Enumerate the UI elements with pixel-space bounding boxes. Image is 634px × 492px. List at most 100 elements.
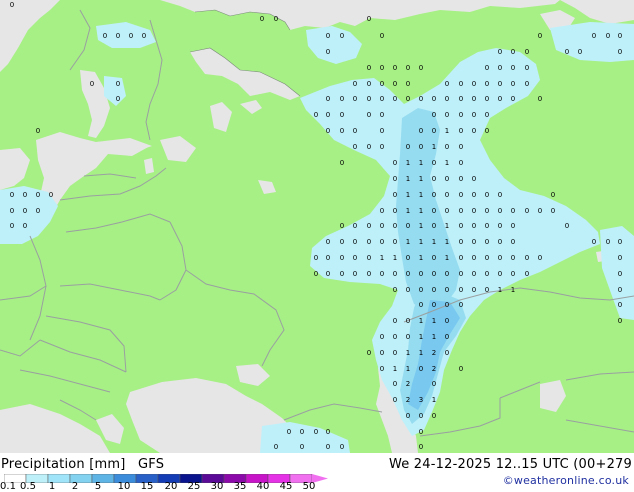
precip-value-153: 0	[326, 238, 330, 246]
precip-value-104: 0	[472, 175, 476, 183]
precip-value-180: 0	[432, 254, 436, 262]
precip-value-142: 0	[393, 222, 397, 230]
precip-value-144: 1	[419, 222, 423, 230]
precip-value-212: 0	[445, 286, 449, 294]
precip-value-78: 0	[432, 127, 436, 135]
precip-value-154: 0	[340, 238, 344, 246]
precip-value-92: 0	[393, 159, 397, 167]
precip-value-42: 0	[498, 80, 502, 88]
precip-value-87: 0	[419, 143, 423, 151]
precip-value-137: 0	[23, 222, 27, 230]
precip-value-193: 0	[353, 270, 357, 278]
precip-value-50: 0	[380, 95, 384, 103]
precip-value-226: 1	[419, 317, 423, 325]
precip-value-222: 0	[459, 301, 463, 309]
precip-value-261: 0	[314, 428, 318, 436]
precip-value-163: 0	[459, 238, 463, 246]
precip-value-254: 3	[419, 396, 423, 404]
precip-value-162: 1	[445, 238, 449, 246]
precip-value-205: 0	[511, 270, 515, 278]
precip-value-126: 0	[432, 207, 436, 215]
precip-value-175: 0	[367, 254, 371, 262]
precip-value-28: 0	[498, 64, 502, 72]
precip-value-176: 1	[380, 254, 384, 262]
precip-value-237: 0	[380, 349, 384, 357]
precip-value-133: 0	[525, 207, 529, 215]
precip-value-10: 0	[380, 32, 384, 40]
precip-value-194: 0	[367, 270, 371, 278]
precip-value-141: 0	[380, 222, 384, 230]
precip-value-260: 0	[300, 428, 304, 436]
precip-value-236: 0	[367, 349, 371, 357]
precip-value-72: 0	[36, 127, 40, 135]
precip-value-23: 0	[380, 64, 384, 72]
precip-value-263: 0	[419, 428, 423, 436]
precip-value-168: 0	[592, 238, 596, 246]
precip-value-173: 0	[340, 254, 344, 262]
precip-value-69: 0	[459, 111, 463, 119]
precip-value-159: 1	[406, 238, 410, 246]
legend-tick-8: 25	[187, 481, 201, 492]
precip-value-25: 0	[406, 64, 410, 72]
credit-link[interactable]: ©weatheronline.co.uk	[503, 474, 629, 487]
precip-value-155: 0	[353, 238, 357, 246]
precip-value-64: 0	[340, 111, 344, 119]
legend-tick-1: 0.5	[20, 481, 36, 492]
precip-value-169: 0	[606, 238, 610, 246]
precip-value-171: 0	[314, 254, 318, 262]
legend-tick-2: 1	[48, 481, 56, 492]
precip-value-2: 0	[274, 15, 278, 23]
precip-value-267: 0	[340, 443, 344, 451]
precip-value-199: 0	[432, 270, 436, 278]
precip-value-189: 0	[618, 254, 622, 262]
precip-value-36: 0	[393, 80, 397, 88]
precip-value-58: 0	[485, 95, 489, 103]
precip-value-244: 1	[393, 365, 397, 373]
precip-value-130: 0	[485, 207, 489, 215]
precip-value-0: 0	[10, 1, 14, 9]
precip-value-17: 0	[511, 48, 515, 56]
precip-value-16: 0	[498, 48, 502, 56]
precip-value-98: 0	[393, 175, 397, 183]
precip-value-111: 1	[419, 191, 423, 199]
precip-value-182: 0	[459, 254, 463, 262]
legend-tick-5: 10	[117, 481, 131, 492]
precip-value-38: 0	[445, 80, 449, 88]
precip-value-43: 0	[511, 80, 515, 88]
precip-value-26: 0	[419, 64, 423, 72]
precip-value-165: 0	[485, 238, 489, 246]
precip-value-102: 0	[445, 175, 449, 183]
precip-value-7: 0	[142, 32, 146, 40]
precip-value-219: 0	[419, 301, 423, 309]
precip-value-56: 0	[459, 95, 463, 103]
precip-value-118: 0	[551, 191, 555, 199]
precip-value-52: 0	[406, 95, 410, 103]
precip-value-88: 1	[432, 143, 436, 151]
precip-value-105: 0	[10, 191, 14, 199]
precip-value-117: 0	[498, 191, 502, 199]
precip-value-156: 0	[367, 238, 371, 246]
precip-value-37: 0	[406, 80, 410, 88]
precip-value-220: 0	[432, 301, 436, 309]
precip-value-143: 0	[406, 222, 410, 230]
precip-value-84: 0	[367, 143, 371, 151]
precip-value-127: 0	[445, 207, 449, 215]
precip-value-147: 0	[459, 222, 463, 230]
precip-value-256: 0	[406, 412, 410, 420]
precip-value-188: 0	[538, 254, 542, 262]
precip-value-91: 0	[340, 159, 344, 167]
precip-value-221: 0	[445, 301, 449, 309]
precip-value-20: 0	[578, 48, 582, 56]
precip-value-203: 0	[485, 270, 489, 278]
precip-value-120: 0	[23, 207, 27, 215]
precip-value-207: 0	[618, 270, 622, 278]
precip-value-40: 0	[472, 80, 476, 88]
precip-value-93: 1	[406, 159, 410, 167]
precip-value-67: 0	[432, 111, 436, 119]
precip-value-85: 0	[380, 143, 384, 151]
precip-value-191: 0	[326, 270, 330, 278]
legend-tick-10: 35	[233, 481, 247, 492]
precip-value-208: 0	[393, 286, 397, 294]
precip-value-129: 0	[472, 207, 476, 215]
precip-value-21: 0	[618, 48, 622, 56]
